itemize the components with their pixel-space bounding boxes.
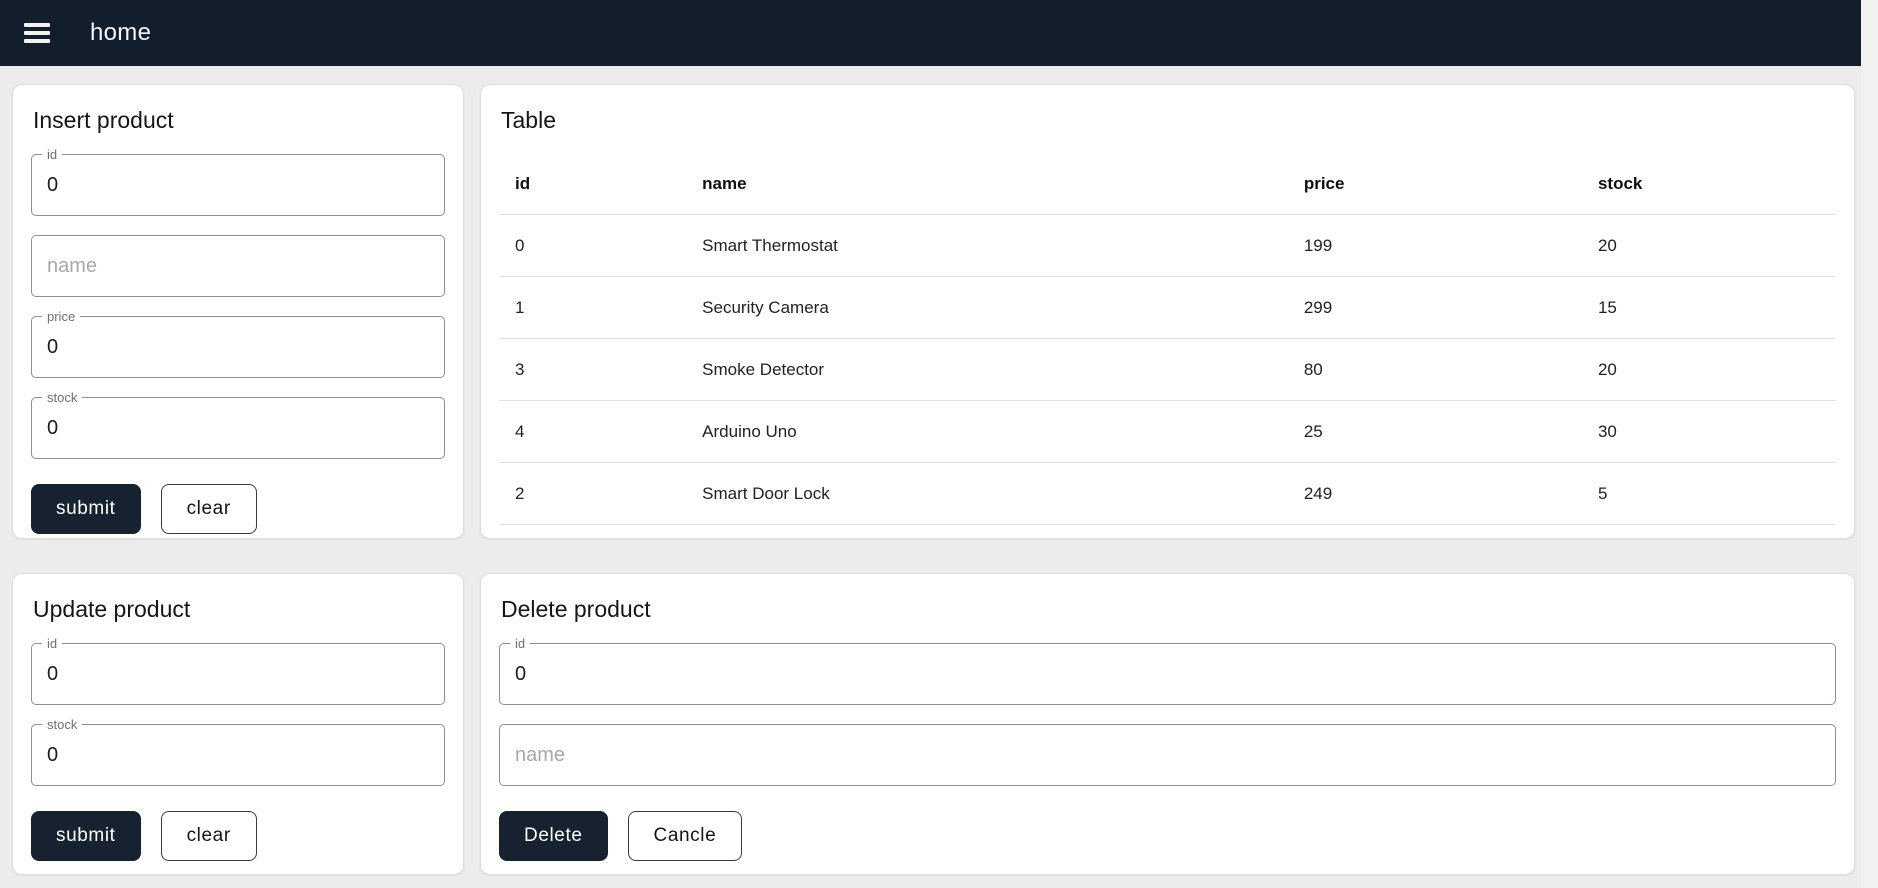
cell-price: 80 <box>1287 338 1582 401</box>
table-title: Table <box>501 107 556 133</box>
column-header-stock: stock <box>1597 174 1643 193</box>
insert-submit-button[interactable]: submit <box>31 484 141 534</box>
delete-id-field: id <box>499 635 1836 705</box>
column-header-id: id <box>515 174 531 193</box>
cancel-button[interactable]: Cancle <box>627 811 743 861</box>
cell-name: Arduino Uno <box>686 400 1288 463</box>
delete-id-label: id <box>510 635 531 652</box>
update-clear-button[interactable]: clear <box>160 811 257 861</box>
insert-product-card: Insert product id price stock submit cle… <box>12 84 464 539</box>
table-row: 3 Smoke Detector 80 20 <box>499 338 1836 401</box>
cell-stock: 20 <box>1581 338 1836 401</box>
update-stock-field: stock <box>31 716 445 786</box>
delete-buttons: Delete Cancle <box>499 811 1836 861</box>
insert-stock-input[interactable] <box>47 416 429 440</box>
cell-price: 199 <box>1287 214 1582 277</box>
insert-name-input[interactable] <box>47 254 429 278</box>
insert-product-title: Insert product <box>33 107 174 133</box>
update-product-card: Update product id stock submit clear <box>12 573 464 875</box>
scrollbar[interactable] <box>1861 0 1878 888</box>
cell-stock: 5 <box>1581 462 1836 525</box>
insert-stock-field: stock <box>31 389 445 459</box>
update-id-field: id <box>31 635 445 705</box>
cell-stock: 20 <box>1581 214 1836 277</box>
insert-clear-button[interactable]: clear <box>160 484 257 534</box>
cell-name: Smoke Detector <box>686 338 1288 401</box>
insert-id-field: id <box>31 146 445 216</box>
cell-id: 2 <box>499 462 687 525</box>
update-product-title: Update product <box>33 596 191 622</box>
column-header-name: name <box>702 174 747 193</box>
table-row: 0 Smart Thermostat 199 20 <box>499 214 1836 277</box>
page-title: home <box>90 19 152 46</box>
insert-price-input[interactable] <box>47 335 429 359</box>
table-row: 4 Arduino Uno 25 30 <box>499 400 1836 463</box>
update-buttons: submit clear <box>31 811 445 861</box>
top-navbar: home <box>0 0 1861 66</box>
products-table: id name price stock 0 Smart Thermostat 1… <box>499 154 1836 525</box>
delete-product-card: Delete product id Delete Cancle <box>480 573 1855 875</box>
insert-id-label: id <box>42 146 63 163</box>
cell-price: 299 <box>1287 276 1582 339</box>
cell-stock: 30 <box>1581 400 1836 463</box>
cell-stock: 15 <box>1581 276 1836 339</box>
cell-name: Smart Door Lock <box>686 462 1288 525</box>
update-id-label: id <box>42 635 63 652</box>
column-header-price: price <box>1303 174 1345 193</box>
update-stock-label: stock <box>42 716 83 733</box>
update-submit-button[interactable]: submit <box>31 811 141 861</box>
delete-name-field <box>499 724 1836 786</box>
update-id-input[interactable] <box>47 662 429 686</box>
insert-name-field <box>31 235 445 297</box>
insert-buttons: submit clear <box>31 484 445 534</box>
table-row: 2 Smart Door Lock 249 5 <box>499 462 1836 525</box>
cell-price: 25 <box>1287 400 1582 463</box>
update-stock-input[interactable] <box>47 743 429 767</box>
insert-price-label: price <box>42 308 81 325</box>
insert-stock-label: stock <box>42 389 83 406</box>
menu-icon[interactable] <box>24 23 50 43</box>
cell-id: 0 <box>499 214 687 277</box>
table-row: 1 Security Camera 299 15 <box>499 276 1836 339</box>
cell-id: 4 <box>499 400 687 463</box>
insert-price-field: price <box>31 308 445 378</box>
delete-name-input[interactable] <box>515 743 1820 767</box>
delete-id-input[interactable] <box>515 662 1820 686</box>
delete-button[interactable]: Delete <box>499 811 608 861</box>
table-card: Table id name price stock 0 Smart Thermo… <box>480 84 1855 539</box>
cell-price: 249 <box>1287 462 1582 525</box>
delete-product-title: Delete product <box>501 596 651 622</box>
cell-id: 1 <box>499 276 687 339</box>
table-header-row: id name price stock <box>499 154 1836 215</box>
cell-name: Security Camera <box>686 276 1288 339</box>
main-content: Insert product id price stock submit cle… <box>0 66 1878 888</box>
cell-name: Smart Thermostat <box>686 214 1288 277</box>
insert-id-input[interactable] <box>47 173 429 197</box>
cell-id: 3 <box>499 338 687 401</box>
